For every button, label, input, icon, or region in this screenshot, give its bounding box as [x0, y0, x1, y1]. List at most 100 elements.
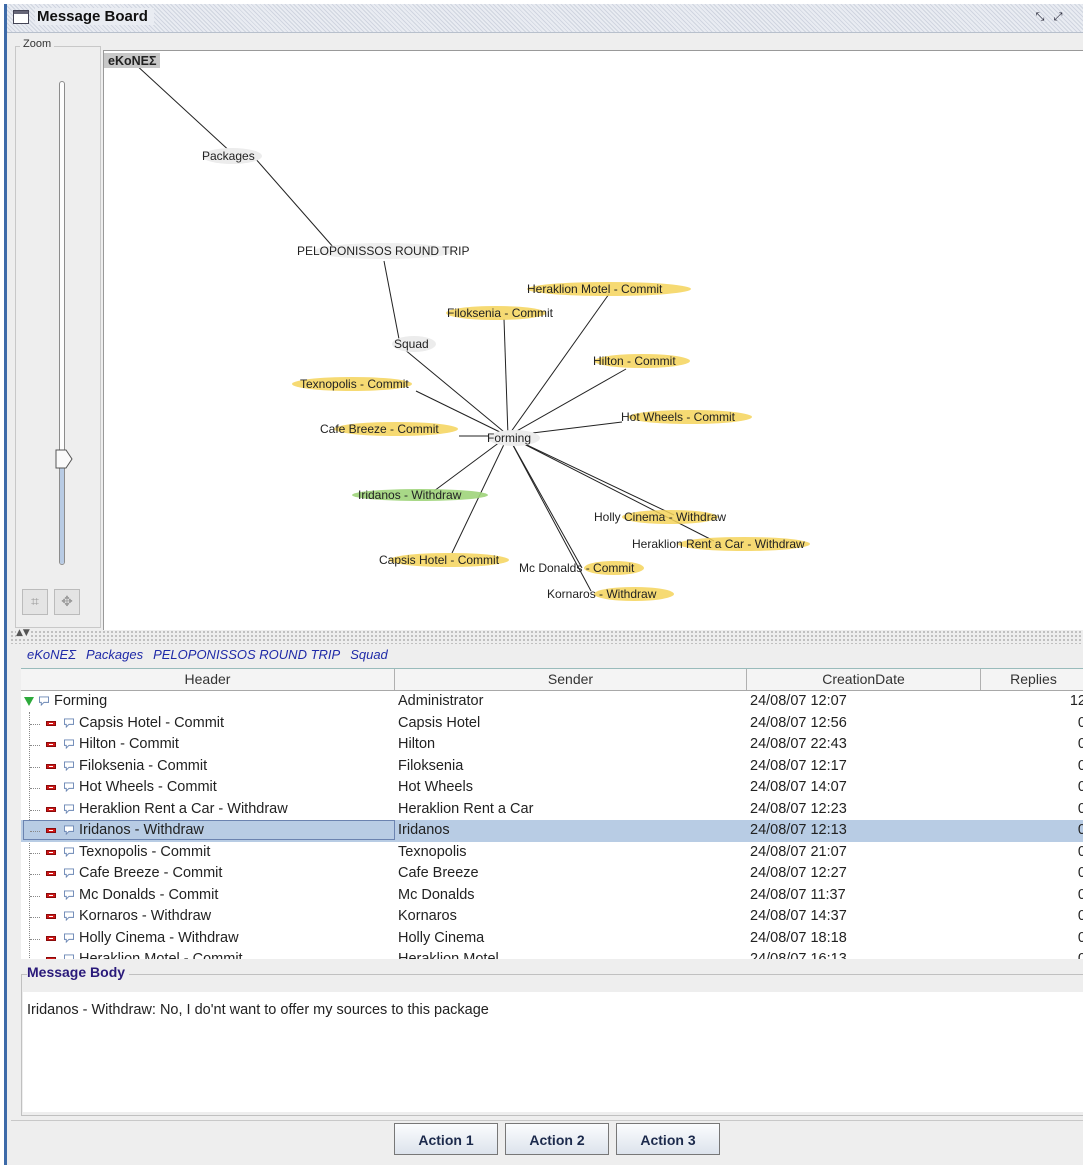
row-header: Hot Wheels - Commit: [79, 779, 217, 795]
zoom-slider-track[interactable]: [59, 81, 65, 565]
row-replies: 0: [1078, 756, 1083, 777]
message-bubble-icon: [64, 889, 74, 900]
expand-arrow-icon[interactable]: [24, 697, 34, 706]
table-row-root[interactable]: Forming Administrator 24/08/07 12:07 12: [21, 691, 1083, 713]
node-squad[interactable]: Squad: [394, 337, 429, 351]
node-iridanos[interactable]: Iridanos - Withdraw: [358, 488, 462, 502]
table-row[interactable]: Hot Wheels - Commit Hot Wheels 24/08/07 14…: [21, 777, 1083, 799]
message-table: Header Sender CreationDate Replies Formi…: [21, 668, 1083, 959]
tree-line: [30, 831, 40, 832]
row-date: 24/08/07 11:37: [750, 886, 846, 903]
restore-icon[interactable]: ⤡: [1033, 10, 1047, 24]
action-3-button[interactable]: Action 3: [616, 1123, 720, 1155]
row-sender: Filoksenia: [398, 757, 464, 774]
row-header: Heraklion Rent a Car - Withdraw: [79, 800, 288, 817]
row-date: 24/08/07 12:07: [750, 693, 847, 709]
table-row[interactable]: Mc Donalds - Commit Mc Donalds 24/08/07 11…: [21, 885, 1083, 907]
edge: [253, 156, 335, 249]
tree-line: [30, 938, 40, 940]
table-row[interactable]: Texnopolis - Commit Texnopolis 24/08/07 21…: [21, 842, 1083, 864]
window-icon: [13, 10, 29, 24]
table-row[interactable]: Heraklion Rent a Car - Withdraw Heraklion…: [21, 799, 1083, 821]
table-row[interactable]: Cafe Breeze - Commit Cafe Breeze 24/08/07 …: [21, 863, 1083, 885]
table-row[interactable]: Holly Cinema - Withdraw Holly Cinema 24/08…: [21, 928, 1083, 950]
node-texnopolis[interactable]: Texnopolis - Commit: [300, 377, 409, 391]
node-capsis[interactable]: Capsis Hotel - Commit: [379, 553, 500, 567]
withdraw-flag-icon: [46, 806, 56, 812]
withdraw-flag-icon: [46, 720, 56, 726]
table-header: Header Sender CreationDate Replies: [21, 669, 1083, 691]
row-replies: 0: [1078, 842, 1083, 863]
graph-canvas: eKoNEΣ Packages PELOPONISSOS ROUND TRIP …: [104, 53, 810, 601]
window-title: Message Board: [35, 8, 154, 25]
breadcrumb-item[interactable]: PELOPONISSOS ROUND TRIP: [153, 647, 340, 662]
node-heraklion-rent[interactable]: Heraklion Rent a Car - Withdraw: [632, 537, 805, 551]
message-bubble-icon: [64, 932, 74, 943]
withdraw-flag-icon: [46, 742, 56, 747]
split-pane-divider[interactable]: ▲▼: [10, 628, 1083, 644]
row-replies: 0: [1078, 799, 1083, 820]
edge: [383, 260, 400, 340]
table-row[interactable]: Hilton - Commit Hilton 24/08/07 22:43 0: [21, 734, 1083, 756]
breadcrumb: eKoNEΣ Packages PELOPONISSOS ROUND TRIP Squ…: [27, 647, 398, 662]
node-trip[interactable]: PELOPONISSOS ROUND TRIP: [297, 244, 469, 258]
table-row[interactable]: Iridanos - Withdraw Iridanos 24/08/07 12:1…: [21, 820, 1083, 842]
table-row[interactable]: Heraklion Motel - Commit Heraklion Motel 2…: [21, 949, 1083, 959]
table-row[interactable]: Filoksenia - Commit Filoksenia 24/08/07 12…: [21, 756, 1083, 778]
row-sender: Holly Cinema: [398, 929, 485, 946]
table-body: Forming Administrator 24/08/07 12:07 12 …: [21, 691, 1083, 959]
table-row[interactable]: Kornaros - Withdraw Kornaros 24/08/07 14:3…: [21, 906, 1083, 928]
row-header: Iridanos - Withdraw: [79, 822, 204, 838]
node-hot-wheels[interactable]: Hot Wheels - Commit: [621, 410, 736, 424]
action-2-button[interactable]: Action 2: [505, 1123, 609, 1155]
row-replies: 0: [1078, 820, 1083, 841]
zoom-center-button[interactable]: ✥: [54, 589, 80, 615]
row-date: 24/08/07 18:18: [750, 929, 847, 946]
column-header-creationdate[interactable]: CreationDate: [747, 669, 981, 690]
row-date: 24/08/07 22:43: [750, 736, 847, 752]
withdraw-flag-icon: [46, 785, 56, 790]
node-hilton[interactable]: Hilton - Commit: [593, 354, 676, 368]
row-header: Kornaros - Withdraw: [79, 908, 212, 924]
tree-line: [30, 917, 40, 918]
table-row[interactable]: Capsis Hotel - Commit Capsis Hotel 24/08/0…: [21, 713, 1083, 735]
breadcrumb-item[interactable]: Packages: [86, 647, 143, 662]
node-cafe-breeze[interactable]: Cafe Breeze - Commit: [320, 422, 439, 436]
node-filoksenia[interactable]: Filoksenia - Commit: [447, 306, 554, 320]
withdraw-flag-icon: [46, 892, 56, 898]
row-sender: Iridanos: [398, 822, 450, 838]
node-holly[interactable]: Holly Cinema - Withdraw: [594, 510, 726, 524]
node-root[interactable]: eKoNEΣ: [108, 54, 157, 68]
action-1-button[interactable]: Action 1: [394, 1123, 498, 1155]
row-sender: Heraklion Rent a Car: [398, 800, 534, 817]
message-body-text[interactable]: Iridanos - Withdraw: No, I do'nt want to…: [23, 992, 1083, 1112]
collapse-arrows-icon[interactable]: ▲▼: [16, 628, 30, 638]
withdraw-flag-icon: [46, 763, 56, 769]
column-header-sender[interactable]: Sender: [395, 669, 747, 690]
row-header: Cafe Breeze - Commit: [79, 865, 223, 881]
node-packages[interactable]: Packages: [202, 149, 255, 163]
row-replies: 0: [1078, 906, 1083, 927]
breadcrumb-item[interactable]: Squad: [350, 647, 388, 662]
zoom-fit-button[interactable]: ⌗: [22, 589, 48, 615]
zoom-slider-thumb[interactable]: [55, 449, 73, 469]
node-mcdonalds[interactable]: Mc Donalds - Commit: [519, 561, 635, 575]
column-header-replies[interactable]: Replies: [981, 669, 1083, 690]
tree-line: [30, 809, 40, 811]
breadcrumb-item[interactable]: eKoNEΣ: [27, 647, 76, 662]
title-bar[interactable]: Message Board ⤡ ⤢: [7, 4, 1083, 33]
row-header: Holly Cinema - Withdraw: [79, 929, 239, 946]
message-bubble-icon: [64, 739, 74, 749]
column-header-header[interactable]: Header: [21, 669, 395, 690]
maximize-icon[interactable]: ⤢: [1051, 10, 1065, 24]
message-bubble-icon: [64, 717, 74, 728]
zoom-slider-fill: [60, 457, 64, 564]
message-bubble-icon: [39, 696, 49, 706]
node-kornaros[interactable]: Kornaros - Withdraw: [547, 587, 657, 601]
graph-view[interactable]: eKoNEΣ Packages PELOPONISSOS ROUND TRIP …: [103, 50, 1083, 630]
action-bar: Action 1 Action 2 Action 3: [11, 1120, 1083, 1170]
node-forming[interactable]: Forming: [487, 431, 531, 445]
row-date: 24/08/07 14:37: [750, 908, 847, 924]
tree-line: [30, 852, 40, 854]
node-heraklion-motel[interactable]: Heraklion Motel - Commit: [527, 282, 663, 296]
